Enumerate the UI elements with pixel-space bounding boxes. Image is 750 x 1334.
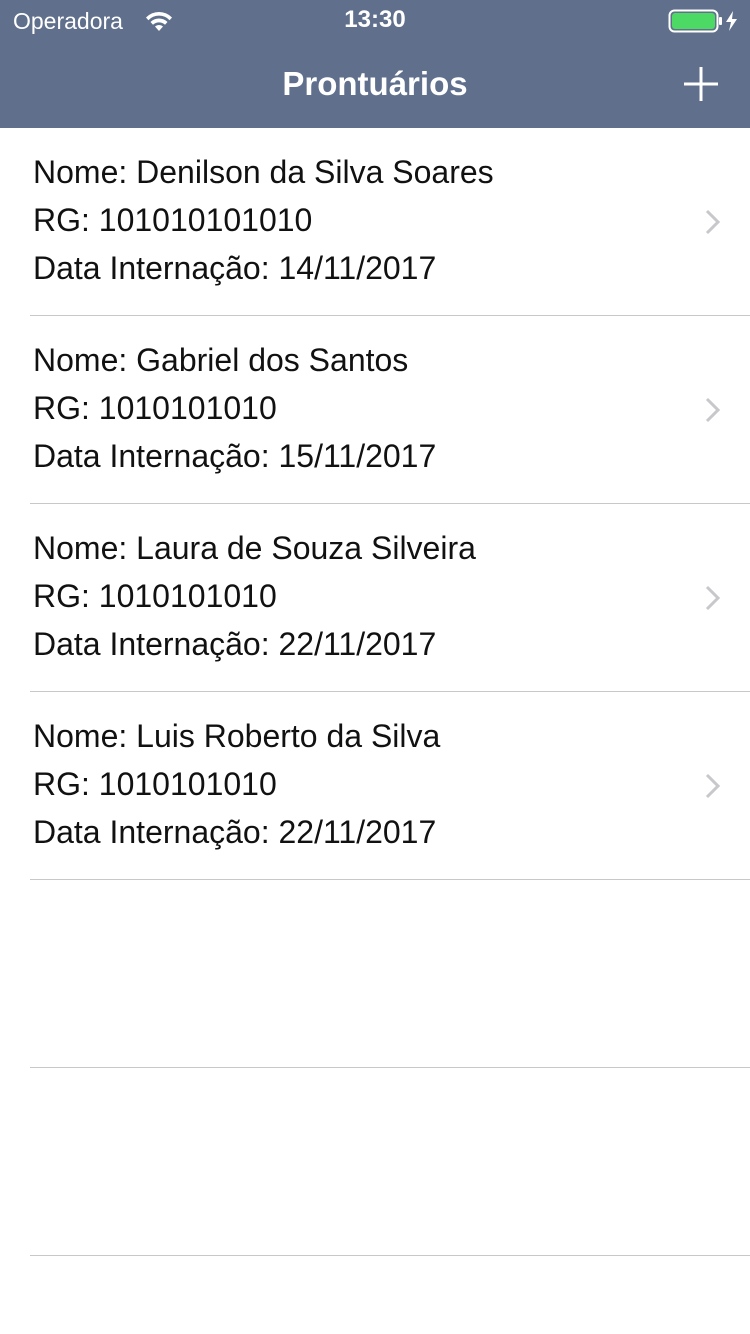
record-name: Nome: Gabriel dos Santos xyxy=(33,342,409,378)
status-time: 13:30 xyxy=(344,6,406,33)
chevron-right-icon xyxy=(705,585,721,611)
record-rg: RG: 1010101010 xyxy=(33,390,277,426)
record-row[interactable]: Nome: Gabriel dos Santos RG: 1010101010 … xyxy=(0,316,750,504)
battery-charging-icon xyxy=(668,9,737,33)
record-rg: RG: 1010101010 xyxy=(33,578,277,614)
navigation-header: Operadora 13:30 Prontuários xyxy=(0,0,750,128)
empty-row xyxy=(0,880,750,1068)
record-rg: RG: 101010101010 xyxy=(33,202,313,238)
record-rg: RG: 1010101010 xyxy=(33,766,277,802)
record-row[interactable]: Nome: Laura de Souza Silveira RG: 101010… xyxy=(0,504,750,692)
row-separator xyxy=(30,1255,750,1256)
record-admission-date: Data Internação: 15/11/2017 xyxy=(33,438,437,474)
record-admission-date: Data Internação: 22/11/2017 xyxy=(33,814,437,850)
record-row[interactable]: Nome: Denilson da Silva Soares RG: 10101… xyxy=(0,128,750,316)
page-title: Prontuários xyxy=(282,65,468,102)
status-bar: Operadora 13:30 xyxy=(0,0,750,40)
chevron-right-icon xyxy=(705,773,721,799)
record-name: Nome: Laura de Souza Silveira xyxy=(33,530,476,566)
empty-row xyxy=(0,1068,750,1256)
chevron-right-icon xyxy=(705,209,721,235)
add-record-button[interactable] xyxy=(676,60,726,110)
record-name: Nome: Luis Roberto da Silva xyxy=(33,718,441,754)
record-row[interactable]: Nome: Luis Roberto da Silva RG: 10101010… xyxy=(0,692,750,880)
record-admission-date: Data Internação: 14/11/2017 xyxy=(33,250,437,286)
record-name: Nome: Denilson da Silva Soares xyxy=(33,154,494,190)
records-list: Nome: Denilson da Silva Soares RG: 10101… xyxy=(0,128,750,1256)
chevron-right-icon xyxy=(705,397,721,423)
plus-icon xyxy=(684,67,718,101)
record-admission-date: Data Internação: 22/11/2017 xyxy=(33,626,437,662)
